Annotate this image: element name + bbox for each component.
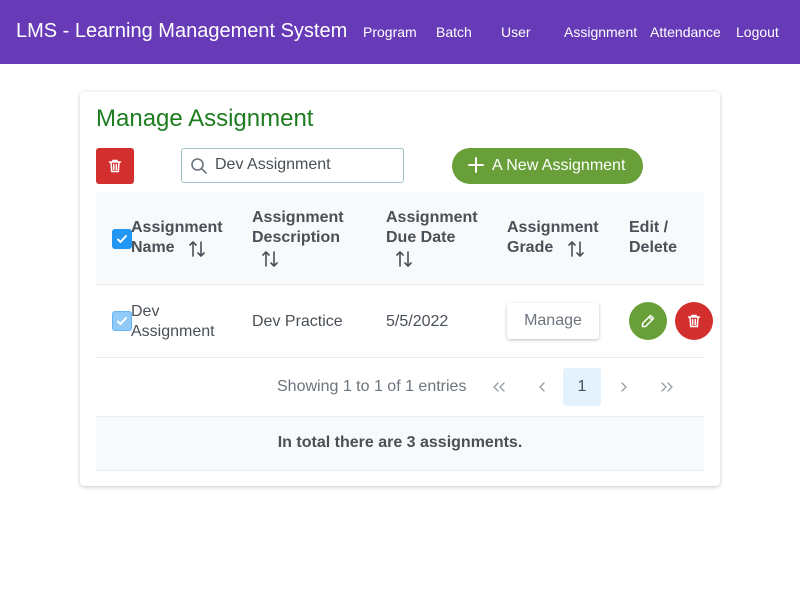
table-footer: In total there are 3 assignments. [96, 416, 704, 471]
plus-icon [468, 157, 484, 173]
nav-link-batch[interactable]: Batch [436, 24, 472, 40]
double-chevron-left-icon [493, 382, 505, 392]
nav-link-program[interactable]: Program [363, 24, 417, 40]
chevron-right-icon [621, 382, 627, 392]
assignment-card: Manage Assignment A New Assignment Assig… [80, 92, 720, 486]
nav-link-user[interactable]: User [501, 24, 531, 40]
first-page-button[interactable] [480, 368, 518, 406]
app-title: LMS - Learning Management System [16, 20, 348, 42]
next-page-button[interactable] [605, 368, 643, 406]
double-chevron-right-icon [661, 382, 673, 392]
cell-assignment-description: Dev Practice [252, 313, 343, 330]
table-row: Dev Assignment Dev Practice 5/5/2022 Man… [96, 285, 713, 358]
pencil-icon [641, 314, 655, 328]
trash-icon [687, 314, 701, 328]
paginator-report: Showing 1 to 1 of 1 entries [277, 378, 467, 395]
nav-link-assignment[interactable]: Assignment [564, 24, 637, 40]
cell-due-date: 5/5/2022 [386, 313, 449, 330]
edit-button[interactable] [629, 302, 667, 340]
search-input[interactable] [215, 153, 395, 177]
manage-grade-button[interactable]: Manage [507, 303, 599, 339]
row-checkbox[interactable] [112, 311, 132, 331]
sort-icon[interactable] [261, 249, 279, 269]
chevron-left-icon [539, 382, 545, 392]
sort-icon[interactable] [395, 249, 413, 269]
nav-link-logout[interactable]: Logout [736, 24, 779, 40]
table-header: Assignment Name Assignment Description A… [96, 192, 704, 285]
select-all-checkbox[interactable] [112, 229, 132, 249]
total-assignments-text: In total there are 3 assignments. [277, 434, 523, 451]
delete-selected-button[interactable] [96, 148, 134, 184]
check-icon [117, 317, 127, 325]
add-new-assignment-button[interactable]: A New Assignment [452, 148, 643, 184]
header-edit-delete: Edit / Delete [629, 219, 678, 256]
nav-link-attendance[interactable]: Attendance [650, 24, 721, 40]
sort-icon[interactable] [567, 239, 585, 259]
header-assignment-description: Assignment Description [252, 209, 344, 246]
last-page-button[interactable] [648, 368, 686, 406]
header-assignment-due-date: Assignment Due Date [386, 209, 478, 246]
top-navbar: LMS - Learning Management System Program… [0, 0, 800, 64]
page-title: Manage Assignment [96, 105, 314, 132]
sort-icon[interactable] [188, 239, 206, 259]
cell-assignment-name: Dev Assignment [131, 303, 215, 340]
header-assignment-name: Assignment Name [131, 219, 223, 256]
add-new-assignment-label: A New Assignment [492, 157, 626, 174]
paginator: Showing 1 to 1 of 1 entries 1 [96, 358, 704, 416]
trash-icon [108, 159, 122, 173]
delete-row-button[interactable] [675, 302, 713, 340]
previous-page-button[interactable] [523, 368, 561, 406]
page-button-1[interactable]: 1 [563, 368, 601, 406]
search-icon [191, 158, 207, 174]
search-box [181, 148, 404, 183]
check-icon [117, 235, 127, 243]
